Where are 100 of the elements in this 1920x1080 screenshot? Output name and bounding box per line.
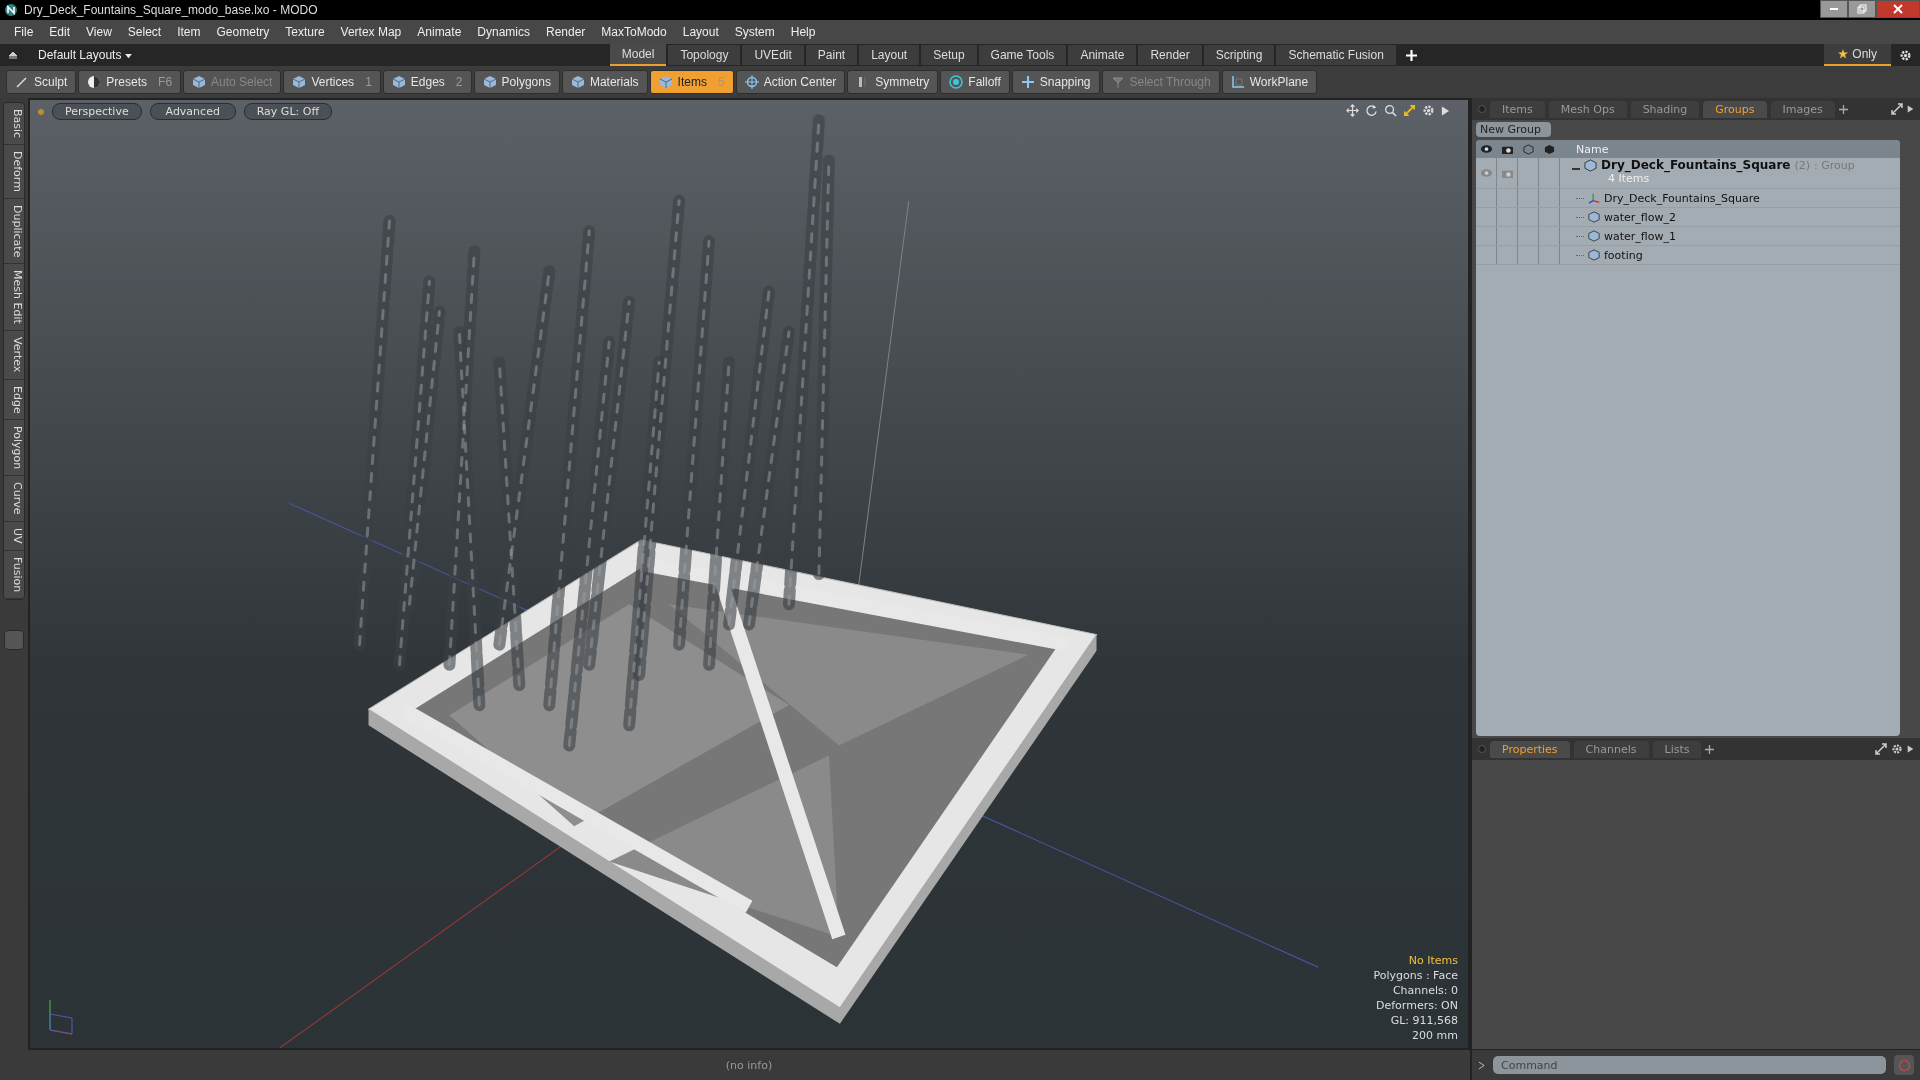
layout-tab[interactable]: Animate	[1068, 45, 1137, 65]
panel-tab[interactable]: Images	[1770, 100, 1835, 118]
layout-tab[interactable]: Render	[1138, 45, 1202, 65]
collapse-icon[interactable]	[8, 50, 18, 60]
viewport-option-button[interactable]: Perspective	[52, 103, 142, 120]
move-icon[interactable]	[1346, 104, 1359, 117]
tool-tab[interactable]: Deform	[4, 145, 24, 199]
layout-tab[interactable]: Schematic Fusion	[1276, 45, 1396, 65]
menu-item[interactable]: Texture	[277, 25, 333, 39]
menu-item[interactable]: Help	[782, 25, 824, 39]
toolbar-button[interactable]: Falloff	[940, 70, 1010, 94]
menu-item[interactable]: Edit	[41, 25, 79, 39]
expand-icon[interactable]	[1875, 743, 1887, 755]
tool-tab[interactable]: Edge	[4, 379, 24, 421]
layout-tab[interactable]: Topology	[668, 45, 741, 65]
select-through-icon	[1110, 75, 1125, 89]
group-name[interactable]: Dry_Deck_Fountains_Square	[1601, 158, 1791, 172]
layout-tab[interactable]: Game Tools	[978, 45, 1067, 65]
tool-tab[interactable]: Basic	[4, 103, 24, 146]
toolbar-button[interactable]: Edges 2	[382, 70, 472, 94]
toolbar-button[interactable]: WorkPlane	[1221, 70, 1318, 94]
crosshair-icon	[744, 75, 759, 89]
layout-tab[interactable]: Scripting	[1203, 45, 1275, 65]
layout-tab[interactable]: Setup	[921, 45, 977, 65]
toolbar-button[interactable]: Presets F6	[78, 70, 182, 94]
toolbar-button[interactable]: Polygons	[473, 70, 560, 94]
toolbar-button[interactable]: Materials	[561, 70, 648, 94]
new-group-button[interactable]: New Group	[1476, 122, 1551, 137]
panel-tab[interactable]: Channels	[1573, 740, 1649, 758]
viewport[interactable]: Perspective Advanced Ray GL: Off No Items Polygons : Face Channels: 0 Deformers: ON GL: 911,568 200 mm	[28, 98, 1470, 1050]
settings-icon[interactable]	[1422, 104, 1435, 117]
viewport-info-text: GL: 911,568	[1390, 1014, 1458, 1027]
play-icon[interactable]	[1907, 104, 1914, 114]
rotate-icon[interactable]	[1365, 104, 1378, 117]
layout-tab[interactable]: Paint	[805, 45, 858, 65]
layouts-dropdown[interactable]: Default Layouts	[38, 48, 132, 62]
cube-icon	[292, 75, 307, 89]
tool-tab[interactable]: UV	[4, 521, 24, 551]
layout-tab[interactable]: UVEdit	[742, 45, 804, 65]
toolbar-button[interactable]: Vertices 1	[283, 70, 381, 94]
toolbar-button[interactable]: Sculpt	[6, 70, 77, 94]
group-member-item[interactable]: footing	[1604, 248, 1643, 262]
menu-item[interactable]: Layout	[674, 25, 727, 39]
window-title: Dry_Deck_Fountains_Square_modo_base.lxo - MODO	[24, 3, 318, 17]
snap-icon	[1020, 75, 1035, 89]
menu-item[interactable]: File	[6, 25, 42, 39]
play-icon[interactable]	[1907, 744, 1914, 754]
menu-item[interactable]: Item	[169, 25, 209, 39]
menu-item[interactable]: Vertex Map	[332, 25, 410, 39]
menu-item[interactable]: View	[78, 25, 120, 39]
panel-tab[interactable]: Items	[1490, 100, 1545, 118]
viewport-info-text: No Items	[1408, 954, 1458, 967]
play-icon[interactable]	[1441, 104, 1450, 117]
menu-item[interactable]: Render	[538, 25, 594, 39]
tool-tab[interactable]: Vertex	[4, 331, 24, 380]
tool-tab[interactable]: Mesh Edit	[4, 264, 24, 332]
group-count: (2)	[1794, 158, 1811, 172]
tool-tab[interactable]: Fusion	[4, 550, 24, 599]
close-button[interactable]	[1876, 0, 1920, 18]
settings-icon[interactable]	[1899, 48, 1912, 62]
toolbar-button[interactable]: Symmetry	[847, 70, 939, 94]
group-member-item[interactable]: Dry_Deck_Fountains_Square	[1604, 191, 1760, 205]
group-member-item[interactable]: water_flow_2	[1604, 210, 1676, 224]
tree-line	[1576, 235, 1584, 237]
panel-tab[interactable]: Shading	[1630, 100, 1700, 118]
mesh-item-icon	[1588, 211, 1600, 223]
toolbar-button[interactable]: Action Center	[735, 70, 846, 94]
panel-tab[interactable]: Mesh Ops	[1548, 100, 1627, 118]
panel-tab[interactable]: Groups	[1703, 100, 1767, 118]
layout-tab[interactable]: Model	[609, 44, 667, 66]
viewport-menu-dot-icon[interactable]	[38, 108, 44, 115]
expand-icon[interactable]	[1891, 103, 1903, 115]
toolbar-button[interactable]: Items 5	[649, 70, 734, 94]
menu-item[interactable]: Select	[119, 25, 170, 39]
cube-icon	[192, 75, 207, 89]
menu-item[interactable]: Animate	[409, 25, 470, 39]
menu-item[interactable]: Dynamics	[469, 25, 538, 39]
minimize-button[interactable]	[1820, 0, 1848, 18]
menu-item[interactable]: Geometry	[208, 25, 278, 39]
zoom-icon[interactable]	[1384, 104, 1397, 117]
tool-tab[interactable]: Curve	[4, 476, 24, 522]
layout-tab[interactable]: Layout	[859, 45, 920, 65]
toolbar-button[interactable]: Snapping	[1011, 70, 1100, 94]
minimize-icon	[1830, 8, 1838, 10]
maximize-icon[interactable]	[1403, 104, 1416, 117]
tool-tab[interactable]: Polygon	[4, 420, 24, 477]
menu-item[interactable]: System	[726, 25, 783, 39]
menu-item[interactable]: MaxToModo	[593, 25, 675, 39]
group-member-item[interactable]: water_flow_1	[1604, 229, 1676, 243]
panel-tab[interactable]: Properties	[1490, 740, 1570, 758]
panel-tab[interactable]: Lists	[1652, 740, 1702, 758]
only-button[interactable]: Only	[1824, 44, 1891, 66]
viewport-option-button[interactable]: Ray GL: Off	[243, 103, 332, 120]
mesh-item-icon	[1588, 249, 1600, 261]
settings-icon[interactable]	[1891, 743, 1903, 755]
star-icon	[1838, 49, 1849, 59]
viewport-option-button[interactable]: Advanced	[149, 103, 236, 120]
command-field[interactable]: Command	[1493, 1056, 1886, 1074]
restore-button[interactable]	[1848, 0, 1876, 18]
tool-tab[interactable]: Duplicate	[4, 199, 24, 265]
